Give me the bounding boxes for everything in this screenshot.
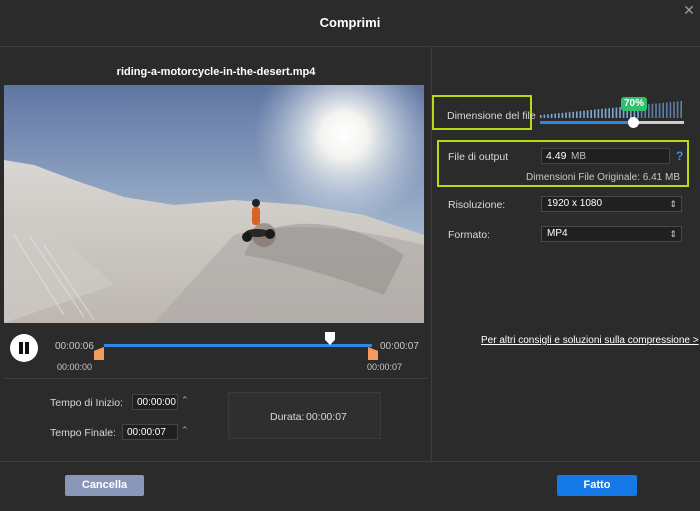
size-ramp-bar [655,103,657,118]
chevron-updown-icon: ⇕ [669,199,677,209]
timeline-track[interactable] [104,344,372,347]
size-ramp-bar [608,108,610,118]
size-ramp-bar [612,107,614,118]
size-ramp-graphic [540,101,682,118]
size-ramp-bar [590,109,592,118]
video-preview[interactable] [4,85,424,323]
header-divider [0,46,700,47]
output-label: File di output [448,151,509,163]
resolution-value: 1920 x 1080 [547,198,603,209]
pause-icon-bar [25,342,29,354]
size-ramp-bar [673,101,675,118]
resolution-select[interactable]: 1920 x 1080 ⇕ [541,196,682,212]
size-ramp-bar [666,102,668,118]
chevron-updown-icon: ⇕ [669,229,677,239]
size-ramp-bar [579,111,582,118]
size-ramp-bar [550,113,553,118]
size-ramp-bar [669,102,672,118]
timeline-end-time: 00:00:07 [380,341,419,352]
trim-end-handle[interactable] [368,347,378,360]
duration-box [228,392,381,439]
end-time-stepper-icon[interactable]: ⌃ [181,425,189,436]
size-ramp-bar [648,104,650,118]
pause-button[interactable] [10,334,38,362]
dialog-title: Comprimi [319,15,381,30]
close-icon[interactable]: ✕ [681,2,697,18]
footer-divider [0,461,700,462]
end-time-input[interactable]: 00:00:07 [122,424,178,440]
size-slider-thumb[interactable] [628,117,639,128]
trim-end-time: 00:00:07 [367,362,403,372]
start-time-stepper-icon[interactable]: ⌃ [181,395,189,406]
end-time-label: Tempo Finale: [50,427,116,439]
size-ramp-bar [558,113,560,118]
output-size-unit: MB [571,151,586,162]
size-ramp-bar [547,114,549,118]
trim-start-time: 00:00:00 [57,362,93,372]
size-ramp-bar [597,109,600,118]
size-ramp-bar [586,110,589,118]
format-value: MP4 [547,228,568,239]
video-filename: riding-a-motorcycle-in-the-desert.mp4 [116,66,316,78]
file-size-label: Dimensione del file [447,110,536,122]
duration-label: Durata: [270,411,305,423]
size-percent-badge: 70% [621,97,647,111]
original-size-text: Dimensioni File Originale: 6.41 MB [526,172,680,183]
size-slider-fill [540,121,629,124]
size-ramp-bar [594,109,596,118]
size-ramp-bar [565,112,567,118]
size-ramp-bar [540,115,542,118]
done-button[interactable]: Fatto [557,475,637,496]
trim-start-handle[interactable] [94,347,104,360]
format-label: Formato: [448,229,491,241]
size-ramp-bar [601,108,603,118]
size-ramp-bar [576,111,578,118]
resolution-label: Risoluzione: [448,199,506,211]
video-frame-image [4,85,424,323]
size-ramp-bar [662,102,664,118]
pause-icon [19,342,23,354]
format-select[interactable]: MP4 ⇕ [541,226,682,242]
size-ramp-bar [572,111,574,118]
size-ramp-bar [543,114,546,118]
size-ramp-bar [568,112,571,118]
size-ramp-bar [651,103,654,118]
size-ramp-bar [676,101,679,118]
size-ramp-bar [561,112,564,118]
cancel-button[interactable]: Cancella [65,475,144,496]
duration-value: 00:00:07 [306,411,347,423]
start-time-input[interactable]: 00:00:00 [132,394,178,410]
size-ramp-bar [583,110,585,118]
section-divider [4,378,428,379]
size-ramp-bar [554,113,556,118]
help-icon[interactable]: ? [676,149,683,163]
size-ramp-bar [604,108,607,118]
output-size-value: 4.49 [546,150,567,162]
compression-tips-link[interactable]: Per altri consigli e soluzioni sulla com… [481,335,699,346]
start-time-label: Tempo di Inizio: [50,397,123,409]
size-ramp-bar [680,101,682,118]
size-ramp-bar [615,107,618,118]
timeline-start-time: 00:00:06 [55,341,94,352]
size-ramp-bar [658,103,661,118]
